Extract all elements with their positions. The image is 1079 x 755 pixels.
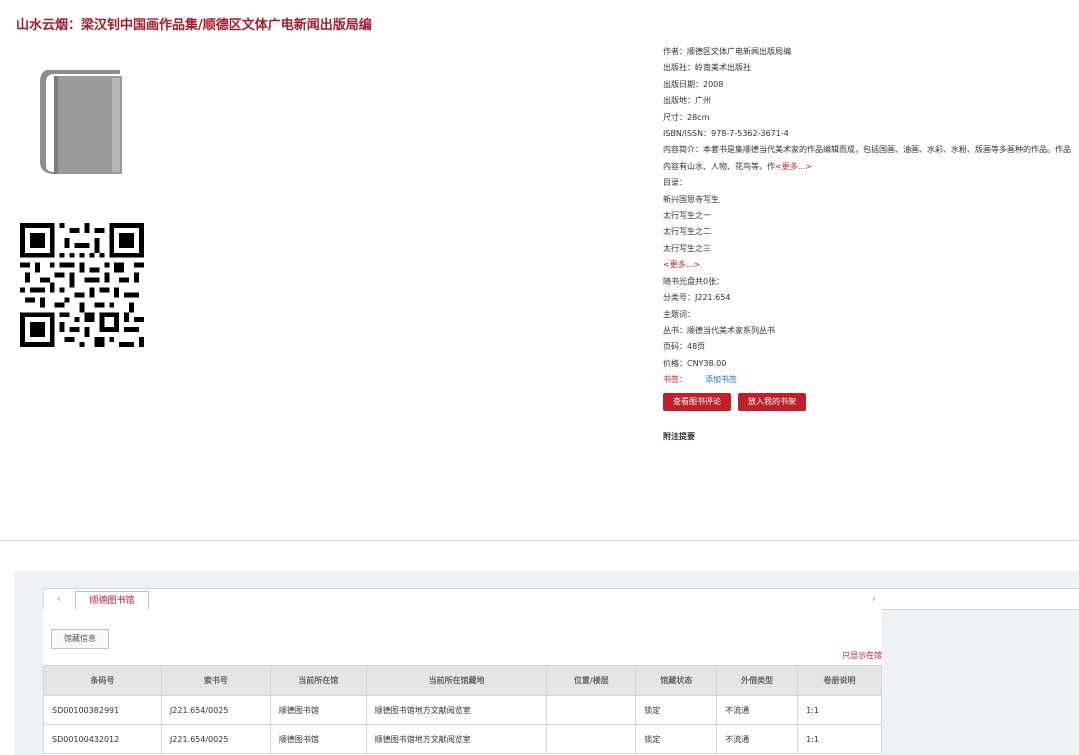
series-field: 丛书：顺德当代美术家系列丛书 <box>663 325 775 335</box>
table-cell: 顺德图书馆 <box>269 724 367 754</box>
qr-code-icon <box>20 223 144 347</box>
table-cell <box>546 724 637 754</box>
chevron-left-icon[interactable]: ‹ <box>44 589 74 609</box>
class-no-field: 分类号：J221.654 <box>663 293 731 303</box>
size-field: 尺寸：28cm <box>663 112 710 122</box>
toc-item: 太行写生之三 <box>663 243 711 253</box>
toc-item: 新兴国恩寺写生 <box>663 194 719 204</box>
bookmark-label: 书签： <box>663 375 687 385</box>
summary-more-link[interactable]: <更多...> <box>775 162 812 171</box>
toc-item: 太行写生之二 <box>663 227 711 237</box>
library-tab-bar: ‹ 顺德图书馆 › <box>43 588 1079 611</box>
table-cell: SD00100382991 <box>43 695 162 725</box>
publisher-field: 出版社：岭南美术出版社 <box>663 63 751 73</box>
note-heading: 附注提要 <box>663 431 695 441</box>
add-to-shelf-button[interactable]: 放入我的书架 <box>738 392 806 411</box>
column-header: 当前所在馆 <box>269 665 367 696</box>
action-buttons: 查看图书评论 放入我的书架 <box>663 392 1073 411</box>
table-cell: J221.654/0025 <box>160 724 271 754</box>
book-cover-icon <box>40 70 122 174</box>
pub-place-field: 出版地：广州 <box>663 96 711 106</box>
column-header: 馆藏状态 <box>635 665 718 696</box>
add-bookmark-link[interactable]: 添加书签 <box>705 375 737 384</box>
pub-date-field: 出版日期：2008 <box>663 79 724 89</box>
book-title: 山水云烟：梁汉钊中国画作品集/顺德区文体广电新闻出版局编 <box>16 18 372 33</box>
column-header: 当前所在馆藏地 <box>365 665 548 696</box>
column-header: 位置/楼层 <box>546 665 637 696</box>
table-cell: 锁定 <box>635 695 718 725</box>
pages-field: 页码：48页 <box>663 342 706 352</box>
table-cell: SD00100432012 <box>43 724 162 754</box>
table-row: SD00100432012 J221.654/0025 顺德图书馆 顺德图书馆地… <box>43 724 882 754</box>
toc-item: 太行写生之一 <box>663 211 711 221</box>
tab-library[interactable]: 顺德图书馆 <box>75 591 149 611</box>
author-field: 作者：顺德区文体广电新闻出版局编 <box>663 47 791 56</box>
column-header: 索书号 <box>160 665 271 696</box>
divider <box>0 540 1079 541</box>
table-cell <box>546 695 637 725</box>
table-cell: 1:1 <box>797 695 882 725</box>
holdings-content: 馆藏信息 只显示在馆 条码号 索书号 当前所在馆 当前所在馆藏地 位置/楼层 馆… <box>43 609 882 755</box>
view-reviews-button[interactable]: 查看图书评论 <box>663 392 731 411</box>
table-row: SD00100382991 J221.654/0025 顺德图书馆 顺德图书馆地… <box>43 695 882 725</box>
column-header: 外借类型 <box>716 665 799 696</box>
summary-text: 内容简介：本套书是集顺德当代美术家的作品编辑而成，包括国画、油画、水彩、水粉、版… <box>663 145 1071 171</box>
chevron-right-icon[interactable]: › <box>859 589 889 609</box>
isbn-field: ISBN/ISSN：978-7-5362-3671-4 <box>663 129 789 139</box>
tab-holdings-info[interactable]: 馆藏信息 <box>51 629 109 649</box>
table-cell: 不流通 <box>716 724 799 754</box>
table-cell: 不流通 <box>716 695 799 725</box>
subject-field: 主题词： <box>663 309 695 319</box>
table-cell: 顺德图书馆地方文献阅览室 <box>365 724 548 754</box>
table-header-row: 条码号 索书号 当前所在馆 当前所在馆藏地 位置/楼层 馆藏状态 外借类型 卷册… <box>43 665 882 696</box>
summary-field: 内容简介：本套书是集顺德当代美术家的作品编辑而成，包括国画、油画、水彩、水粉、版… <box>663 142 1073 175</box>
available-only-link[interactable]: 只显示在馆 <box>842 650 882 661</box>
book-details: 作者：顺德区文体广电新闻出版局编 出版社：岭南美术出版社 出版日期：2008 出… <box>663 44 1073 445</box>
table-cell: 顺德图书馆地方文献阅览室 <box>365 695 548 725</box>
table-cell: 锁定 <box>635 724 718 754</box>
table-cell: 顺德图书馆 <box>269 695 367 725</box>
column-header: 卷册说明 <box>797 665 882 696</box>
price-field: 价格：CNY38.00 <box>663 358 727 368</box>
attachment-field: 随书光盘共0张： <box>663 276 725 286</box>
table-cell: 1:1 <box>797 724 882 754</box>
holdings-table: 条码号 索书号 当前所在馆 当前所在馆藏地 位置/楼层 馆藏状态 外借类型 卷册… <box>43 665 882 754</box>
toc-label: 目录： <box>663 178 687 188</box>
table-cell: J221.654/0025 <box>160 695 271 725</box>
bookmark-row: 书签： 添加书签 <box>663 372 1073 388</box>
toc-more-link[interactable]: <更多...> <box>663 257 1073 273</box>
column-header: 条码号 <box>43 665 162 696</box>
